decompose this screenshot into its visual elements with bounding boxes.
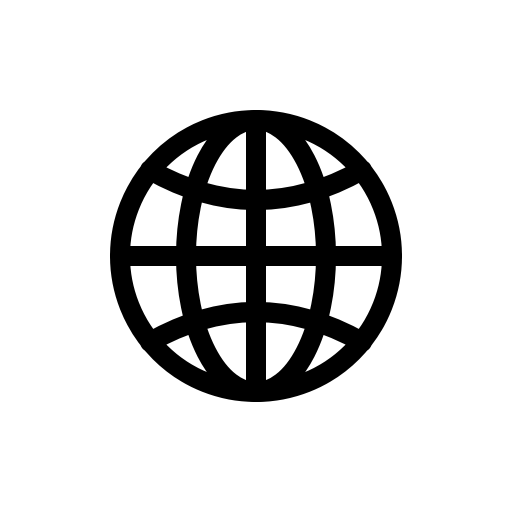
globe-icon-svg xyxy=(110,110,402,402)
globe-icon xyxy=(0,0,512,512)
icon-canvas xyxy=(0,0,512,512)
